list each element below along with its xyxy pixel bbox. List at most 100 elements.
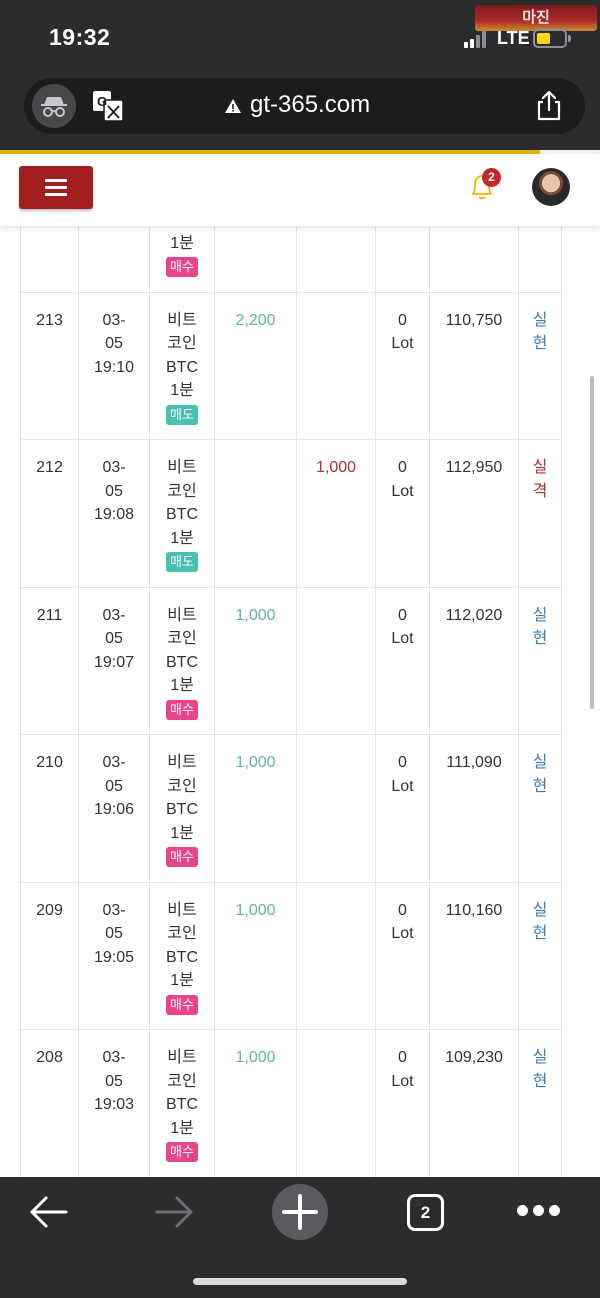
table-row: 211 03- 05 19:07 비트 코인 BTC 1분 매수 1,000 0 Lot 112,020… [20,586,562,735]
more-dots-icon[interactable] [517,1205,561,1219]
loss-cell [296,586,376,735]
profit-amount: 1,000 [235,1049,276,1066]
share-icon[interactable] [534,90,564,122]
table-row: 212 03- 05 19:08 비트 코인 BTC 1분 매도 1,000 0 Lot 112,950… [20,439,562,588]
trade-item-line: 코인 [167,335,197,352]
trade-item-line: BTC [166,653,198,671]
result-cell: 실현 [518,734,562,883]
trade-number: 213 [36,311,63,329]
trade-date-line: 05 [105,925,123,942]
trade-date-cell: 19:11 [78,226,150,293]
trade-date-line: 03- [102,311,126,329]
balance-cell [429,226,519,293]
trade-item-line: 코인 [167,630,197,647]
buy-badge: 매수 [166,257,198,277]
lot-cell: 0 Lot [375,586,430,735]
trade-number: 209 [36,901,63,919]
watermark-logo: 마진 [475,5,597,31]
buy-badge: 매수 [166,847,198,867]
buy-badge: 매수 [166,699,198,720]
tab-count-button[interactable]: 2 [407,1194,444,1231]
translate-icon[interactable]: G [92,90,124,122]
network-type: LTE [497,28,530,48]
lot-line: Lot [391,630,414,647]
trade-number-cell: 212 [20,439,79,588]
loss-cell [296,291,376,440]
trade-item-line: BTC [166,948,198,966]
home-indicator[interactable] [193,1278,407,1285]
buy-badge: 매수 [166,1142,198,1162]
trade-item-line: 코인 [167,925,197,942]
trade-date-line: 19:03 [93,1096,135,1113]
user-avatar[interactable] [532,168,570,206]
address-bar[interactable]: G gt-365.com [24,78,585,134]
profit-cell: 1,000 [214,586,297,735]
trade-date-line: 19:07 [93,653,135,671]
result-line: 현 [532,925,548,942]
trade-date-line: 19:11 [79,226,149,232]
trade-item-cell: BTC1분매수 [149,226,215,293]
profit-cell [214,439,297,588]
balance-amount: 110,750 [445,311,503,329]
result-line: 실 [532,901,548,919]
page-scrollbar[interactable] [590,376,594,709]
trade-number-cell: 208 [20,1029,79,1177]
trade-item-line: 코인 [167,482,197,500]
loss-cell: 1,000 [296,439,376,588]
trade-item-line: 1분 [170,972,194,989]
trade-item-line: 비트 [167,459,197,476]
lot-line: Lot [391,1072,414,1090]
trade-date-cell: 03- 05 19:03 [78,1029,150,1177]
loss-amount: 1,000 [315,459,357,476]
trade-date-line: 03- [102,606,126,624]
loss-cell [296,1029,376,1177]
trade-item-line: 1분 [170,824,194,842]
trade-item-line: BTC [166,358,198,376]
trade-item-cell: 비트 코인 BTC 1분 매수 [149,881,215,1030]
result-cell: 실현 [518,291,562,440]
url-text[interactable]: gt-365.com [250,91,370,119]
arrow-right-icon[interactable] [153,1194,195,1230]
trade-history-table-container[interactable]: 19:11BTC1분매수21303-0519:10비트코인BTC1분매도2,20… [0,226,600,1177]
incognito-icon[interactable] [32,84,76,128]
trade-date-cell: 03- 05 19:10 [78,291,150,440]
site-header: 2 [0,154,600,226]
trade-item-line: 비트 [167,606,197,624]
lot-line: 0 [398,311,407,329]
profit-cell: 1,000 [214,734,297,883]
new-tab-button[interactable] [272,1184,328,1240]
trade-date-cell: 03- 05 19:06 [78,734,150,883]
profit-cell: 1,000 [214,881,297,1030]
trade-number: 208 [36,1049,63,1066]
watermark-text: 마진 [522,9,550,26]
table-row: 208 03- 05 19:03 비트 코인 BTC 1분 매수 1,000 0 Lot 109,230… [20,1029,562,1177]
browser-top-bar: 19:32 마진 LTE G gt-365.com [0,0,600,150]
trade-item-line: BTC [166,506,198,523]
table-row: 209 03- 05 19:05 비트 코인 BTC 1분 매수 1,000 0 Lot 110,160… [20,881,562,1030]
result-cell: 실현 [518,881,562,1030]
trade-item-line: 코인 [167,1072,197,1090]
balance-cell: 110,750 [429,291,519,440]
status-time: 19:32 [49,24,111,50]
result-line: 실 [532,754,548,771]
trade-item-line: 코인 [167,777,197,795]
trade-number-cell: 211 [20,586,79,735]
battery-level [537,33,550,44]
trade-item-cell: 비트 코인 BTC 1분 매수 [149,1029,215,1177]
hamburger-menu-button[interactable] [19,166,93,209]
lot-line: 0 [398,1049,407,1066]
warning-icon [224,98,242,114]
trade-date-cell: 03- 05 19:08 [78,439,150,588]
lot-cell [375,226,430,293]
loss-cell [296,734,376,883]
trade-item-line: 1분 [170,1119,194,1137]
result-line: 현 [532,1072,548,1090]
arrow-left-icon[interactable] [28,1194,70,1230]
table-row: 213 03- 05 19:10 비트 코인 BTC 1분 매도 2,200 0 Lot 110,750… [20,291,562,440]
notification-count-badge: 2 [482,168,501,187]
trade-item-line: BTC [166,1096,198,1113]
result-line: 현 [532,777,548,795]
balance-cell: 110,160 [429,881,519,1030]
balance-amount: 112,950 [445,459,503,476]
balance-amount: 112,020 [445,606,503,624]
